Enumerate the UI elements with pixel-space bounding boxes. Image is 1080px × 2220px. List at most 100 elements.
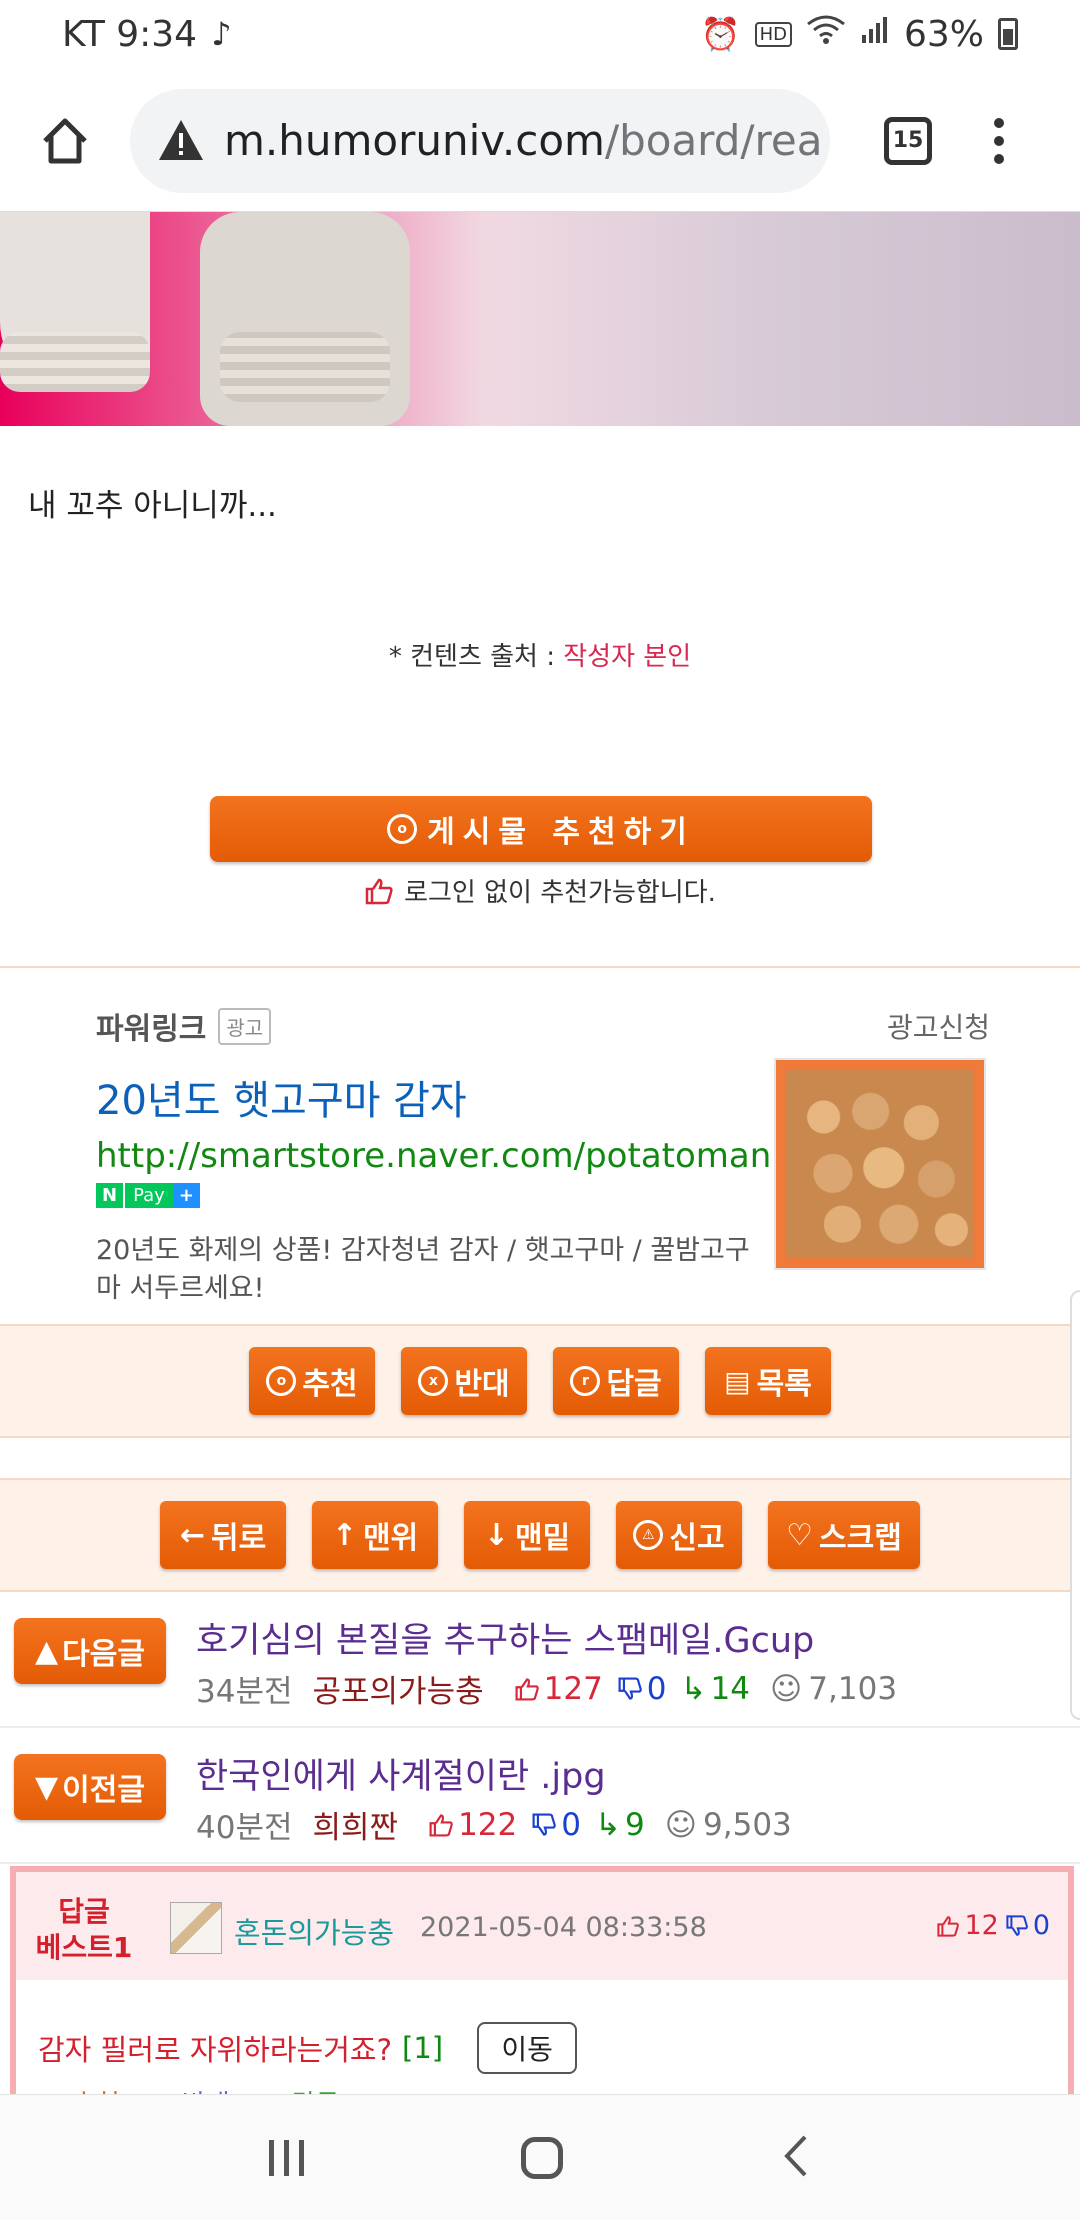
- navigation-action-bar: ← 뒤로 ↑ 맨위 ↓ 맨밑 ⚠ 신고 ♡ 스크랩: [0, 1478, 1080, 1592]
- thumbs-up-icon: [429, 1813, 453, 1836]
- triangle-down-icon: ▼: [35, 1769, 59, 1805]
- best-reply-comment-text: 감자 필러로 자위하라는거죠?: [38, 2033, 392, 2067]
- recommend-post-label: 게시물 추천하기: [427, 815, 695, 850]
- next-post-title[interactable]: 호기심의 본질을 추구하는 스팸메일.Gcup: [196, 1612, 814, 1663]
- best-reply-comment-count: [1]: [402, 2031, 444, 2065]
- thumbs-down-icon: [532, 1813, 557, 1836]
- views-icon: ☺: [769, 1670, 803, 1707]
- circle-x-icon: x: [418, 1366, 449, 1396]
- recommend-circle-icon: o: [387, 814, 418, 844]
- prev-post-down-count: 0: [561, 1806, 581, 1843]
- scrap-button[interactable]: ♡ 스크랩: [768, 1501, 920, 1569]
- list-label: 목록: [756, 1367, 812, 1402]
- hd-icon: HD: [754, 21, 792, 47]
- prev-post-replies: ↳ 9: [595, 1807, 645, 1843]
- prev-post-meta: 40분전 희희짠 122 0 ↳ 9 ☺ 9,503: [196, 1802, 792, 1847]
- content-source: * 컨텐츠 출처 : 작성자 본인: [0, 636, 1080, 673]
- prev-post-label: 이전글: [62, 1773, 145, 1808]
- best-reply-header: 답글 베스트1 혼돈의가능충 2021-05-04 08:33:58 12 0: [16, 1872, 1068, 1980]
- top-button[interactable]: ↑ 맨위: [312, 1501, 438, 1569]
- best-reply-votes: 12 0: [936, 1910, 1050, 1941]
- reply-button[interactable]: r 답글: [553, 1347, 679, 1415]
- browser-menu-button[interactable]: [984, 117, 1014, 164]
- best-reply-up-count: 12: [964, 1910, 999, 1941]
- wifi-icon: [806, 14, 846, 54]
- report-label: 신고: [669, 1521, 725, 1556]
- list-icon: ▤: [724, 1364, 751, 1398]
- npay-badge: N Pay +: [96, 1180, 200, 1210]
- oppose-button[interactable]: x 반대: [401, 1347, 527, 1415]
- npay-plus: +: [172, 1182, 200, 1208]
- avatar[interactable]: [170, 1902, 222, 1954]
- source-value: 작성자 본인: [563, 642, 692, 672]
- home-button[interactable]: [0, 70, 130, 212]
- best-reply-nickname[interactable]: 혼돈의가능충: [234, 1910, 394, 1952]
- login-note-text: 로그인 없이 추천가능합니다.: [404, 878, 716, 908]
- next-post-ago: 34분전: [196, 1674, 293, 1710]
- ad-url-link[interactable]: http://smartstore.naver.com/potatoman: [96, 1136, 771, 1176]
- top-label: 맨위: [362, 1521, 419, 1556]
- best-reply-comment: 감자 필러로 자위하라는거죠? [1] 이동: [38, 2022, 578, 2074]
- next-post-down: 0: [617, 1671, 667, 1707]
- tab-switcher-button[interactable]: 15: [884, 116, 932, 165]
- heart-icon: ♡: [786, 1517, 814, 1553]
- best-reply-down-count: 0: [1032, 1910, 1050, 1941]
- status-bar: KT 9:34 ♪ ⏰ HD 63%: [0, 0, 1080, 68]
- ad-tag: 광고: [218, 1007, 272, 1045]
- arrow-up-icon: ↑: [331, 1517, 357, 1553]
- system-home-button[interactable]: [521, 2136, 564, 2179]
- source-prefix: * 컨텐츠 출처 :: [388, 642, 555, 672]
- ad-apply-link[interactable]: 광고신청: [887, 1006, 990, 1046]
- ad-title-link[interactable]: 20년도 햇고구마 감자: [96, 1068, 467, 1126]
- recommend-button[interactable]: o 추천: [249, 1347, 375, 1415]
- next-post-down-count: 0: [646, 1670, 667, 1707]
- circle-o-icon: o: [266, 1366, 297, 1396]
- npay-text: Pay: [123, 1182, 173, 1208]
- prev-post-up-count: 122: [458, 1806, 518, 1843]
- not-secure-warning-icon: [159, 119, 203, 160]
- browser-toolbar: m.humoruniv.com/board/rea 15: [0, 70, 1080, 212]
- prev-post-row[interactable]: ▼ 이전글 한국인에게 사계절이란 .jpg 40분전 희희짠 122 0 ↳ 9 …: [0, 1730, 1080, 1864]
- thumbs-up-icon: [365, 878, 393, 904]
- signal-icon: [860, 15, 890, 53]
- bottom-button[interactable]: ↓ 맨밑: [464, 1501, 590, 1569]
- views-icon: ☺: [664, 1806, 698, 1843]
- prev-post-replies-count: 9: [624, 1806, 645, 1843]
- bottom-label: 맨밑: [514, 1521, 571, 1556]
- battery-percent: 63%: [903, 13, 984, 55]
- next-post-button[interactable]: ▲ 다음글: [14, 1618, 166, 1684]
- report-icon: ⚠: [633, 1520, 664, 1550]
- prev-post-author: 희희짠: [312, 1810, 399, 1846]
- move-button[interactable]: 이동: [477, 2022, 578, 2074]
- circle-r-icon: r: [570, 1366, 601, 1396]
- ad-thumbnail-image[interactable]: [774, 1058, 986, 1270]
- battery-icon: [998, 18, 1018, 50]
- post-action-bar: o 추천 x 반대 r 답글 ▤ 목록: [0, 1324, 1080, 1438]
- oppose-label: 반대: [454, 1367, 510, 1402]
- best-reply-datetime: 2021-05-04 08:33:58: [420, 1912, 707, 1943]
- next-post-author: 공포의가능충: [312, 1674, 484, 1710]
- scrollbar[interactable]: [1070, 1290, 1080, 1720]
- prev-post-up: 122: [428, 1807, 517, 1843]
- prev-post-title[interactable]: 한국인에게 사계절이란 .jpg: [196, 1748, 606, 1799]
- reply-label: 답글: [606, 1367, 662, 1402]
- prev-post-button[interactable]: ▼ 이전글: [14, 1754, 166, 1820]
- arrow-left-icon: ←: [179, 1517, 205, 1553]
- next-post-row[interactable]: ▲ 다음글 호기심의 본질을 추구하는 스팸메일.Gcup 34분전 공포의가능충…: [0, 1594, 1080, 1728]
- back-label: 뒤로: [210, 1521, 267, 1556]
- best-reply-up: 12: [936, 1910, 999, 1941]
- list-button[interactable]: ▤ 목록: [705, 1347, 831, 1415]
- address-bar[interactable]: m.humoruniv.com/board/rea: [130, 88, 830, 193]
- next-post-up-count: 127: [543, 1670, 603, 1707]
- recommend-label: 추천: [302, 1367, 358, 1402]
- back-button[interactable]: ← 뒤로: [160, 1501, 286, 1569]
- report-button[interactable]: ⚠ 신고: [616, 1501, 742, 1569]
- recommend-post-button[interactable]: o 게시물 추천하기: [210, 796, 872, 862]
- url-path: /board/rea: [604, 116, 823, 165]
- next-post-replies: ↳ 14: [681, 1671, 750, 1707]
- recent-apps-button[interactable]: [268, 2139, 304, 2176]
- home-icon: [43, 118, 87, 163]
- system-back-button[interactable]: [781, 2133, 811, 2183]
- thumbs-up-icon: [515, 1677, 539, 1700]
- best-reply-label: 답글 베스트1: [34, 1894, 134, 1966]
